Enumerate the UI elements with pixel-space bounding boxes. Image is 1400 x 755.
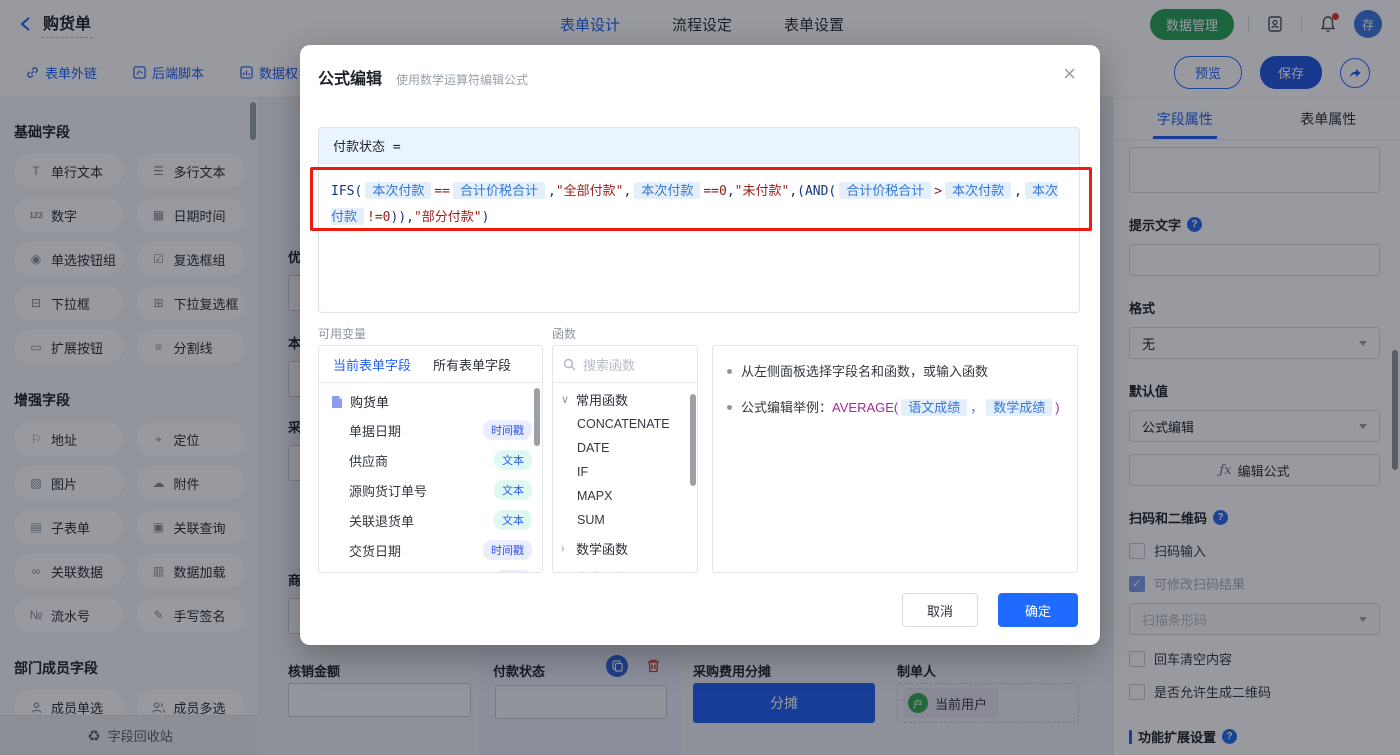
formula-token-fn: IFS(: [331, 184, 363, 199]
tip-text: 从左侧面板选择字段名和函数，或输入函数: [741, 364, 989, 379]
formula-token-plain: ): [481, 210, 490, 225]
close-icon[interactable]: ×: [1063, 63, 1076, 85]
bullet-icon: [727, 369, 732, 374]
variable-field-row[interactable]: 源购货订单号 文本: [319, 475, 542, 505]
variable-field-row[interactable]: 供应商 文本: [319, 445, 542, 475]
formula-expression[interactable]: IFS(本次付款 == 合计价税合计 ,"全部付款", 本次付款 ==0,"未付款",(A…: [319, 164, 1079, 244]
functions-scrollbar[interactable]: [690, 394, 696, 486]
chevron-right-icon: ›: [561, 572, 571, 573]
function-item-MAPX[interactable]: MAPX: [553, 484, 697, 508]
tip-item: 公式编辑举例：AVERAGE(语文成绩，数学成绩): [727, 398, 1063, 418]
variable-field-name: 交货日期: [349, 543, 402, 559]
formula-token-plain: ,: [548, 184, 556, 199]
variable-field-row[interactable]: 购货明细.商品条形码 数组: [319, 565, 542, 573]
tip-example-comma: ，: [970, 400, 984, 415]
tip-example-chip: 数学成绩: [986, 399, 1053, 416]
cancel-button[interactable]: 取消: [902, 593, 978, 627]
modal-title: 公式编辑: [318, 71, 383, 88]
modal-footer: 取消 确定: [902, 593, 1078, 627]
formula-token-str: "部分付款": [413, 210, 482, 225]
formula-token-plain: ,(: [789, 184, 805, 199]
tip-example: 公式编辑举例：AVERAGE(语文成绩，数学成绩): [741, 398, 1060, 418]
function-item-DATE[interactable]: DATE: [553, 436, 697, 460]
formula-token-str: "全部付款": [555, 184, 624, 199]
formula-target-label: 付款状态 =: [319, 128, 1079, 164]
formula-token-chip: 本次付款: [634, 182, 701, 199]
formula-token-chip: 本次付款: [945, 182, 1012, 199]
variable-field-row[interactable]: 交货日期 时间戳: [319, 535, 542, 565]
modal-subtitle: 使用数学运算符编辑公式: [396, 73, 529, 87]
chevron-right-icon: ›: [561, 542, 565, 555]
formula-token-chip: 合计价税合计: [839, 182, 932, 199]
formula-token-op: !=0: [367, 210, 391, 225]
variable-field-name: 关联退货单: [349, 513, 415, 529]
tip-example-fn: AVERAGE(: [832, 400, 899, 415]
function-search[interactable]: 搜索函数: [553, 346, 697, 383]
functions-label: 函数: [552, 327, 577, 341]
tip-item: 从左侧面板选择字段名和函数，或输入函数: [727, 362, 1063, 382]
variables-scrollbar[interactable]: [534, 388, 540, 446]
tips-panel: 从左侧面板选择字段名和函数，或输入函数 公式编辑举例：AVERAGE(语文成绩，…: [712, 345, 1078, 573]
field-type-badge: 文本: [494, 480, 532, 500]
tip-example-chip: 语文成绩: [901, 399, 968, 416]
form-tree-root-label: 购货单: [350, 395, 390, 410]
formula-token-op: ==: [434, 184, 450, 199]
search-icon: [563, 358, 576, 370]
confirm-button[interactable]: 确定: [998, 593, 1078, 627]
function-item-SUM[interactable]: SUM: [553, 508, 697, 532]
search-placeholder: 搜索函数: [583, 357, 636, 373]
function-group-label: 数学函数: [576, 542, 629, 557]
formula-token-plain: ,: [623, 184, 632, 199]
field-type-badge: 时间戳: [483, 540, 532, 560]
modal-header: 公式编辑 使用数学运算符编辑公式: [300, 45, 1100, 89]
formula-token-fn: AND(: [804, 184, 837, 199]
function-group-常用函数[interactable]: ∨ 常用函数: [553, 383, 697, 412]
variables-label: 可用变量: [318, 327, 367, 341]
formula-token-plain: ,: [1014, 184, 1022, 199]
field-type-badge: 文本: [494, 450, 532, 470]
field-type-badge: 文本: [494, 510, 532, 530]
function-group-label: 常用函数: [576, 393, 629, 408]
formula-token-str: "未付款": [734, 184, 790, 199]
function-group-文本函数[interactable]: › 文本函数: [553, 561, 697, 573]
formula-token-chip: 本次付款: [365, 182, 432, 199]
chevron-down-icon: ∨: [561, 394, 570, 406]
formula-token-plain: )),: [390, 210, 414, 225]
field-type-badge: 时间戳: [483, 420, 532, 440]
variables-panel: 当前表单字段 所有表单字段 购货单 单据日期 时间戳 供应商 文本 源购货订单号 文本 关联退…: [318, 345, 543, 573]
variable-field-name: 单据日期: [349, 423, 402, 439]
tip-example-close: ): [1055, 400, 1060, 415]
variable-field-row[interactable]: 单据日期 时间戳: [319, 415, 542, 445]
variable-field-row[interactable]: 关联退货单 文本: [319, 505, 542, 535]
formula-token-chip: 合计价税合计: [452, 182, 545, 199]
functions-panel: 搜索函数 ∨常用函数CONCATENATEDATEIFMAPXSUM›数学函数›…: [552, 345, 698, 573]
variables-tab-所有表单字段[interactable]: 所有表单字段: [433, 355, 511, 374]
variable-field-name: 源购货订单号: [349, 483, 428, 499]
form-tree-root[interactable]: 购货单: [319, 383, 542, 415]
formula-edit-modal: 公式编辑 使用数学运算符编辑公式 × 付款状态 = IFS(本次付款 == 合计价税…: [300, 45, 1100, 645]
variable-field-name: 购货明细.商品条形码: [349, 571, 470, 573]
function-group-label: 文本函数: [576, 568, 628, 572]
function-item-IF[interactable]: IF: [553, 460, 697, 484]
function-item-CONCATENATE[interactable]: CONCATENATE: [553, 412, 697, 436]
formula-token-op: ==0: [703, 184, 727, 199]
function-list: ∨ 常用函数 CONCATENATEDATEIFMAPXSUM › 数学函数 › 文本函数: [553, 383, 697, 573]
form-doc-icon: [332, 395, 342, 408]
field-type-badge: 数组: [494, 570, 532, 572]
tip-example-prefix: 公式编辑举例：: [741, 400, 833, 415]
function-group-数学函数[interactable]: › 数学函数: [553, 532, 697, 561]
variable-field-name: 供应商: [349, 453, 389, 469]
variables-tab-当前表单字段[interactable]: 当前表单字段: [333, 355, 411, 374]
bullet-icon: [727, 405, 732, 410]
formula-token-op: >: [934, 184, 943, 199]
variable-field-list: 单据日期时间戳供应商文本源购货订单号文本关联退货单文本交货日期时间戳购货明细.商…: [319, 415, 542, 573]
formula-token-plain: ,: [726, 184, 735, 199]
variables-tabs: 当前表单字段 所有表单字段: [319, 346, 542, 383]
formula-editor[interactable]: 付款状态 = IFS(本次付款 == 合计价税合计 ,"全部付款", 本次付款 ==0,"…: [318, 127, 1080, 313]
